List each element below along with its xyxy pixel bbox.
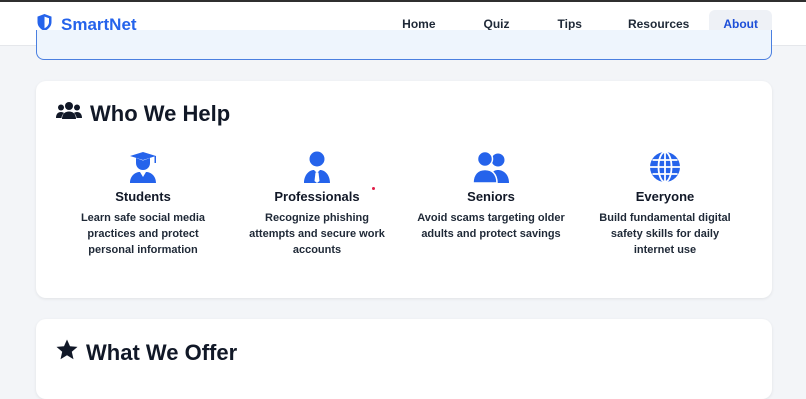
globe-icon (649, 149, 681, 183)
professional-icon (303, 149, 331, 183)
who-we-help-card: Who We Help Students Learn safe social m… (36, 81, 772, 298)
audience-list: Students Learn safe social media practic… (56, 149, 752, 258)
star-icon (56, 339, 78, 366)
audience-description: Build fundamental digital safety skills … (599, 212, 731, 256)
cursor-dot (372, 187, 375, 190)
what-we-offer-title: What We Offer (86, 339, 238, 365)
audience-title: Seniors (467, 189, 515, 204)
audience-description: Avoid scams targeting older adults and p… (417, 212, 565, 240)
audience-description: Recognize phishing attempts and secure w… (249, 212, 385, 256)
audience-description: Learn safe social media practices and pr… (80, 212, 206, 256)
audience-students: Students Learn safe social media practic… (56, 149, 230, 258)
who-we-help-heading: Who We Help (56, 100, 230, 128)
audience-title: Everyone (635, 189, 695, 204)
what-we-offer-heading: What We Offer (56, 339, 237, 366)
audience-title: Professionals (274, 189, 360, 204)
users-icon (56, 100, 82, 128)
audience-seniors: Seniors Avoid scams targeting older adul… (404, 149, 578, 258)
audience-everyone: Everyone Build fundamental digital safet… (578, 149, 752, 258)
audience-title: Students (115, 189, 171, 204)
who-we-help-title: Who We Help (90, 101, 231, 126)
audience-professionals: Professionals Recognize phishing attempt… (230, 149, 404, 258)
what-we-offer-card: What We Offer (36, 319, 772, 399)
previous-section-card (36, 30, 772, 60)
user-group-icon (472, 149, 510, 183)
graduate-icon (128, 149, 158, 183)
